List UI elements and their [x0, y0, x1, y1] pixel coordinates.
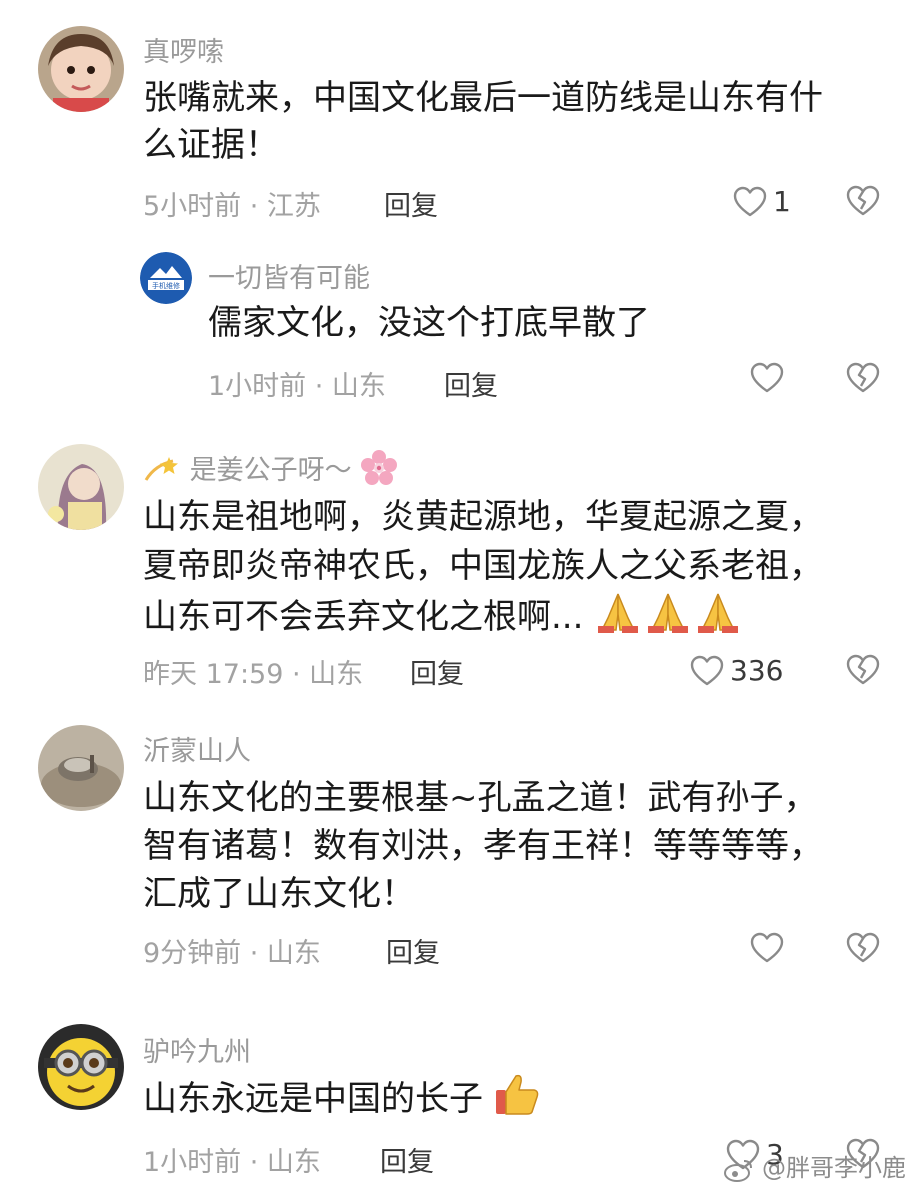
comment-item: 真啰嗦 张嘴就来，中国文化最后一道防线是山东有什 么证据！ 5小时前 · 江苏 …: [0, 0, 920, 240]
broken-heart-icon: [846, 185, 880, 216]
avatar[interactable]: [38, 725, 124, 811]
dislike-button[interactable]: [846, 654, 880, 686]
reply-button[interactable]: 回复: [410, 652, 464, 691]
broken-heart-icon: [846, 932, 880, 963]
broken-heart-icon: [846, 654, 880, 685]
avatar-text: 手机维修: [152, 281, 180, 290]
username-text: 是姜公子呀～: [189, 455, 352, 486]
time-location: 1小时前 · 山东: [143, 1147, 321, 1178]
comment-item: 沂蒙山人 山东文化的主要根基~孔孟之道！武有孙子， 智有诸葛！数有刘洪，孝有王祥…: [0, 715, 920, 995]
like-button[interactable]: [750, 362, 784, 394]
comment-item: 是姜公子呀～ 山东是祖地啊，炎黄起源地，华夏起源之夏， 夏帝即炎帝神农氏，中国龙…: [0, 430, 920, 700]
comment-text-line: 山东是祖地啊，炎黄起源地，华夏起源之夏，: [143, 497, 823, 537]
comment-text-line-with-emoji: 山东永远是中国的长子: [143, 1072, 540, 1130]
heart-outline-icon: [750, 362, 784, 393]
comment-text: 山东可不会丢弃文化之根啊...: [143, 597, 584, 637]
reply-button[interactable]: 回复: [386, 931, 440, 970]
watermark: @胖哥李小鹿: [724, 1148, 906, 1188]
broken-heart-icon: [846, 362, 880, 393]
username[interactable]: 一切皆有可能: [208, 256, 370, 295]
comment-text-line: 么证据！: [143, 125, 279, 165]
username[interactable]: 真啰嗦: [143, 30, 224, 69]
time-location: 1小时前 · 山东: [208, 371, 386, 402]
comment-text-line: 汇成了山东文化！: [143, 874, 415, 914]
dislike-button[interactable]: [846, 932, 880, 964]
username[interactable]: 沂蒙山人: [143, 729, 251, 768]
heart-outline-icon: [733, 186, 767, 216]
comment-text-line: 张嘴就来，中国文化最后一道防线是山东有什: [143, 78, 823, 118]
like-count: 336: [730, 654, 784, 687]
username[interactable]: 是姜公子呀～: [143, 448, 398, 492]
watermark-text: @胖哥李小鹿: [762, 1154, 906, 1182]
avatar[interactable]: [38, 26, 124, 112]
weibo-logo-icon: [724, 1158, 754, 1188]
time-location: 5小时前 · 江苏: [143, 191, 321, 222]
time-location: 9分钟前 · 山东: [143, 938, 321, 969]
comment-text-line: 夏帝即炎帝神农氏，中国龙族人之父系老祖，: [143, 546, 823, 586]
comment-text-line: 山东文化的主要根基~孔孟之道！武有孙子，: [143, 778, 818, 818]
reply-button[interactable]: 回复: [384, 184, 438, 223]
cherry-blossom-emoji: [360, 449, 398, 492]
comment-text-line: 儒家文化，没这个打底早散了: [208, 303, 650, 343]
reply-button[interactable]: 回复: [380, 1140, 434, 1179]
comment-text-line-with-emoji: 山东可不会丢弃文化之根啊...: [143, 590, 744, 648]
like-button[interactable]: [750, 932, 784, 964]
heart-outline-icon: [690, 655, 724, 685]
heart-outline-icon: [750, 932, 784, 963]
time-location: 昨天 17:59 · 山东: [143, 659, 364, 690]
dislike-button[interactable]: [846, 362, 880, 394]
dizzy-star-emoji: [143, 455, 181, 492]
like-button[interactable]: 1: [733, 185, 791, 218]
reply-comment-item: 手机维修 一切皆有可能 儒家文化，没这个打底早散了 1小时前 · 山东 回复: [0, 240, 920, 420]
avatar[interactable]: [38, 444, 124, 530]
username[interactable]: 驴吟九州: [143, 1030, 251, 1069]
comment-text-line: 智有诸葛！数有刘洪，孝有王祥！等等等等，: [143, 826, 823, 866]
like-count: 1: [773, 185, 791, 218]
avatar[interactable]: 手机维修: [140, 252, 192, 304]
like-button[interactable]: 336: [690, 654, 783, 687]
avatar[interactable]: [38, 1024, 124, 1110]
reply-button[interactable]: 回复: [444, 364, 498, 403]
comment-text: 山东永远是中国的长子: [143, 1079, 483, 1119]
dislike-button[interactable]: [846, 185, 880, 217]
thumbs-up-emoji: [494, 1072, 540, 1130]
folded-hands-emoji: [594, 590, 744, 648]
